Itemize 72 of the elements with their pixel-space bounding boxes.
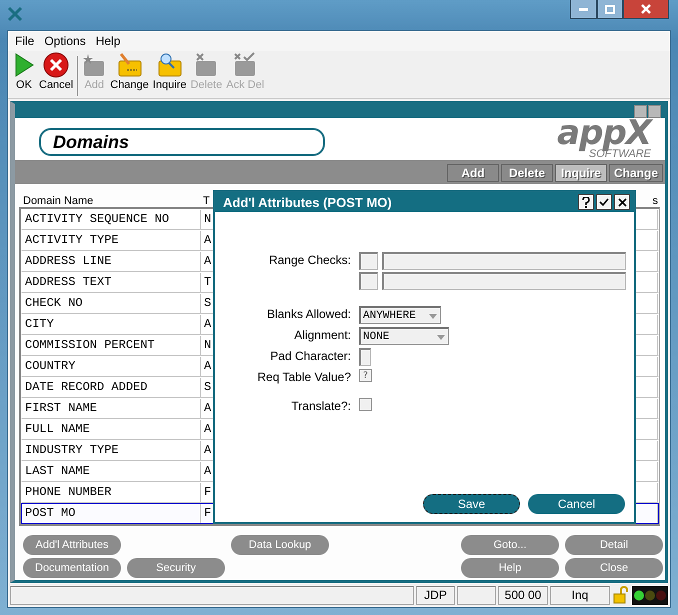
table-cell: FULL NAME [22, 420, 201, 439]
logo-subtitle: SOFTWARE [588, 149, 651, 160]
column-header: T [202, 195, 210, 207]
action-button[interactable]: Add'l Attributes [23, 535, 121, 555]
traffic-light-icon [632, 586, 668, 604]
action-button[interactable]: Inquire [554, 164, 607, 182]
minimize-button[interactable] [570, 0, 597, 19]
table-cell: COMMISSION PERCENT [22, 336, 201, 355]
toolbar-button[interactable]: Cancel [37, 52, 76, 91]
table-cell: INDUSTRY TYPE [22, 441, 201, 460]
dropdown[interactable]: ANYWHERE [359, 306, 441, 324]
table-cell: PHONE NUMBER [22, 483, 201, 502]
play-icon [13, 52, 35, 78]
column-header: s [652, 195, 659, 207]
table-cell: FIRST NAME [22, 399, 201, 418]
app-logo-icon [7, 6, 23, 22]
table-cell: CITY [22, 315, 201, 334]
table-cell: ADDRESS TEXT [22, 273, 201, 292]
note-pencil-icon [116, 52, 143, 78]
menu-item[interactable]: File [10, 34, 40, 48]
status-cell: Inq [550, 586, 610, 604]
input-field[interactable] [359, 252, 378, 270]
maximize-icon [605, 4, 615, 14]
toolbar-button[interactable]: Inquire [150, 52, 188, 91]
action-button[interactable]: Goto... [461, 535, 559, 555]
table-cell: ACTIVITY SEQUENCE NO [22, 210, 201, 229]
table-cell: DATE RECORD ADDED [22, 378, 201, 397]
dialog-title: Add'l Attributes (POST MO) [223, 194, 392, 210]
input-field[interactable] [359, 348, 371, 366]
status-cell: 500 00 [498, 586, 548, 604]
dialog-button[interactable]: Save [423, 494, 520, 514]
table-cell: COUNTRY [22, 357, 201, 376]
menu-item[interactable]: Options [39, 34, 91, 48]
folder-star-icon [82, 52, 106, 78]
minimize-icon [579, 8, 588, 10]
note-magnifier-icon [156, 52, 183, 78]
table-cell: ADDRESS LINE [22, 252, 201, 271]
input-field[interactable] [382, 272, 626, 290]
field-label: Range Checks: [268, 252, 351, 269]
dialog-button[interactable]: Cancel [528, 494, 625, 514]
action-button[interactable]: Add [446, 164, 499, 182]
action-button[interactable]: Change [608, 164, 663, 182]
close-button[interactable] [623, 0, 669, 19]
input-field[interactable] [359, 272, 378, 290]
action-button[interactable]: Data Lookup [231, 535, 329, 555]
action-button[interactable]: Help [461, 558, 559, 578]
toolbar-button[interactable]: OK [11, 52, 37, 91]
toolbar-button[interactable]: Change [108, 52, 151, 91]
lookup-field[interactable]: ? [359, 369, 372, 382]
column-header: Domain Name [22, 195, 94, 207]
table-cell: ACTIVITY TYPE [22, 231, 201, 250]
action-button[interactable]: Documentation [23, 558, 121, 578]
table-cell: POST MO [22, 504, 201, 523]
action-button[interactable]: Detail [565, 535, 663, 555]
checkbox[interactable] [359, 398, 372, 411]
menu-item[interactable]: Help [90, 34, 126, 48]
folder-cross-icon [194, 52, 218, 78]
status-cell [457, 586, 496, 604]
padlock-icon [612, 586, 630, 604]
title-bar: Domains [39, 128, 325, 156]
action-button[interactable]: Close [565, 558, 663, 578]
status-cell: JDP [416, 586, 455, 604]
field-label: Translate?: [290, 398, 351, 415]
action-button[interactable]: Delete [500, 164, 553, 182]
maximize-button[interactable] [597, 0, 623, 19]
table-cell: LAST NAME [22, 462, 201, 481]
input-field[interactable] [382, 252, 626, 270]
action-button[interactable]: Security [127, 558, 225, 578]
dropdown[interactable]: NONE [359, 327, 449, 345]
folder-check-icon [233, 52, 258, 78]
check-icon[interactable] [596, 194, 612, 210]
table-cell: CHECK NO [22, 294, 201, 313]
